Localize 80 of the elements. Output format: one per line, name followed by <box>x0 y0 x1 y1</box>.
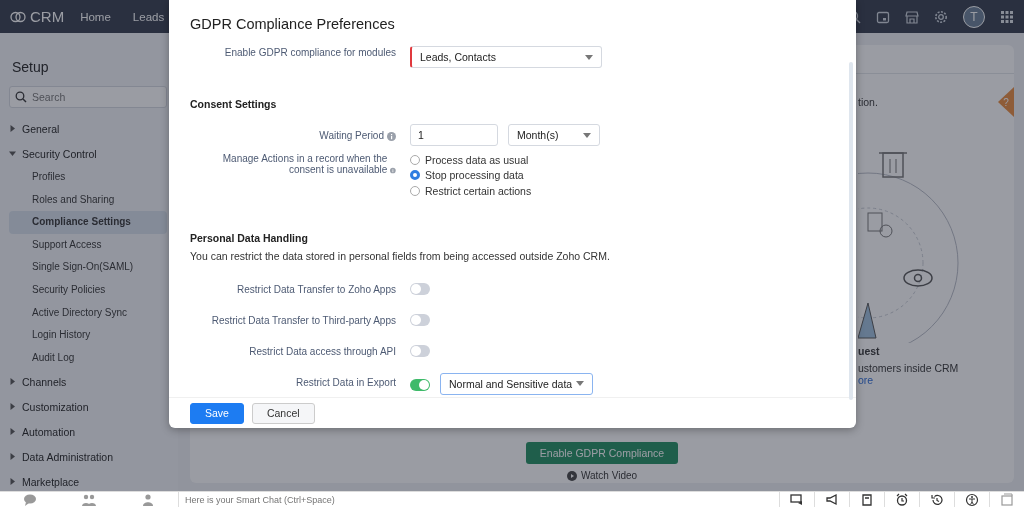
sidebar-item[interactable]: Roles and Sharing <box>9 188 167 212</box>
sidebar-item[interactable]: Support Access <box>9 233 167 257</box>
field-label: Restrict Data in Export <box>295 376 396 388</box>
screen-share-icon[interactable] <box>790 492 804 507</box>
sidebar-group[interactable]: General <box>9 116 167 141</box>
radio-option[interactable]: Process data as usual <box>410 153 532 167</box>
caret-down-icon <box>9 150 16 157</box>
cancel-button[interactable]: Cancel <box>251 402 315 424</box>
dropdown-caret-icon <box>583 132 591 138</box>
card-title: uest <box>858 345 881 357</box>
card-description: ustomers inside CRM <box>858 362 960 374</box>
dialog-title: GDPR Compliance Preferences <box>190 16 395 34</box>
radio-option[interactable]: Restrict certain actions <box>410 184 532 198</box>
intro-text: tion. <box>858 96 878 108</box>
chat-bubble-icon[interactable] <box>22 493 37 506</box>
section-heading: Consent Settings <box>190 98 278 110</box>
unit-dropdown[interactable]: Month(s) <box>508 124 600 146</box>
field-label: Restrict Data Transfer to Zoho Apps <box>237 283 396 295</box>
history-icon[interactable] <box>930 492 944 507</box>
sidebar-group[interactable]: Data Administration <box>9 444 167 470</box>
export-dropdown[interactable]: Normal and Sensitive data <box>440 372 593 395</box>
dropdown-caret-icon <box>576 381 584 386</box>
people-icon[interactable] <box>82 493 96 506</box>
modules-dropdown[interactable]: Leads, Contacts <box>410 46 602 68</box>
sidebar-item[interactable]: Compliance Settings <box>9 211 167 234</box>
info-icon <box>387 132 396 141</box>
store-icon[interactable] <box>905 9 919 24</box>
sidebar-group[interactable]: Marketplace <box>9 469 167 491</box>
dropdown-caret-icon <box>585 54 593 60</box>
toggle-switch[interactable] <box>410 344 430 357</box>
toggle-switch[interactable] <box>410 379 430 391</box>
field-label: Manage Actions in a record when the consent is unavailable <box>221 153 388 175</box>
nav-tab[interactable]: Leads <box>132 10 165 23</box>
field-label: Waiting Period <box>319 130 384 141</box>
calendar-icon[interactable] <box>876 9 890 24</box>
crm-logo-text[interactable]: CRM <box>30 8 65 25</box>
alarm-clock-icon[interactable] <box>895 492 909 507</box>
megaphone-icon[interactable] <box>825 492 839 507</box>
enable-gdpr-button[interactable]: Enable GDPR Compliance <box>525 442 679 464</box>
sidebar-item[interactable]: Login History <box>9 324 167 347</box>
watch-video-link[interactable]: Watch Video <box>566 470 638 481</box>
caret-right-icon <box>9 478 16 486</box>
tasks-icon[interactable] <box>860 492 874 507</box>
caret-right-icon <box>9 453 16 461</box>
nav-tab[interactable]: Home <box>80 10 111 23</box>
user-avatar[interactable]: T <box>963 5 985 28</box>
scrollbar[interactable] <box>849 62 853 400</box>
sidebar-title: Setup <box>12 59 50 75</box>
rings-logo-icon <box>10 10 26 23</box>
sidebar-group[interactable]: Channels <box>9 369 167 395</box>
waiting-period-input[interactable]: 1 <box>410 124 498 146</box>
accessibility-icon[interactable] <box>965 492 979 507</box>
search-field[interactable]: Search <box>9 86 167 108</box>
caret-right-icon <box>9 378 16 386</box>
sidebar-group[interactable]: Customization <box>9 394 167 420</box>
settings-icon[interactable] <box>934 9 948 24</box>
toggle-switch[interactable] <box>410 282 430 295</box>
radio-option[interactable]: Stop processing data <box>410 168 532 182</box>
toggle-switch[interactable] <box>410 313 430 326</box>
save-button[interactable]: Save <box>190 402 244 424</box>
sidebar-item[interactable]: Security Policies <box>9 278 167 302</box>
sidebar-group[interactable]: Automation <box>9 419 167 445</box>
person-icon[interactable] <box>141 493 156 506</box>
sidebar-item[interactable]: Active Directory Sync <box>9 301 167 325</box>
learn-more-link[interactable]: ore <box>858 374 1008 386</box>
sidebar-item[interactable]: Profiles <box>9 166 167 189</box>
field-label: Restrict Data Transfer to Third-party Apps <box>211 314 396 326</box>
info-icon <box>390 166 396 175</box>
section-description: You can restrict the data stored in personal fields from being accessed outside Zoho CRM. <box>190 249 611 262</box>
apps-grid-icon[interactable] <box>1000 9 1014 24</box>
sidebar-group[interactable]: Security Control <box>9 141 167 166</box>
section-heading: Personal Data Handling <box>190 231 309 244</box>
sidebar-item[interactable]: Audit Log <box>9 346 167 370</box>
caret-right-icon <box>9 125 16 132</box>
panel-icon[interactable] <box>1000 492 1014 507</box>
sidebar-item[interactable]: Single Sign-On(SAML) <box>9 256 167 279</box>
caret-right-icon <box>9 428 16 436</box>
field-label: Enable GDPR compliance for modules <box>224 47 396 58</box>
caret-right-icon <box>9 403 16 411</box>
field-label: Restrict Data access through API <box>249 345 396 357</box>
